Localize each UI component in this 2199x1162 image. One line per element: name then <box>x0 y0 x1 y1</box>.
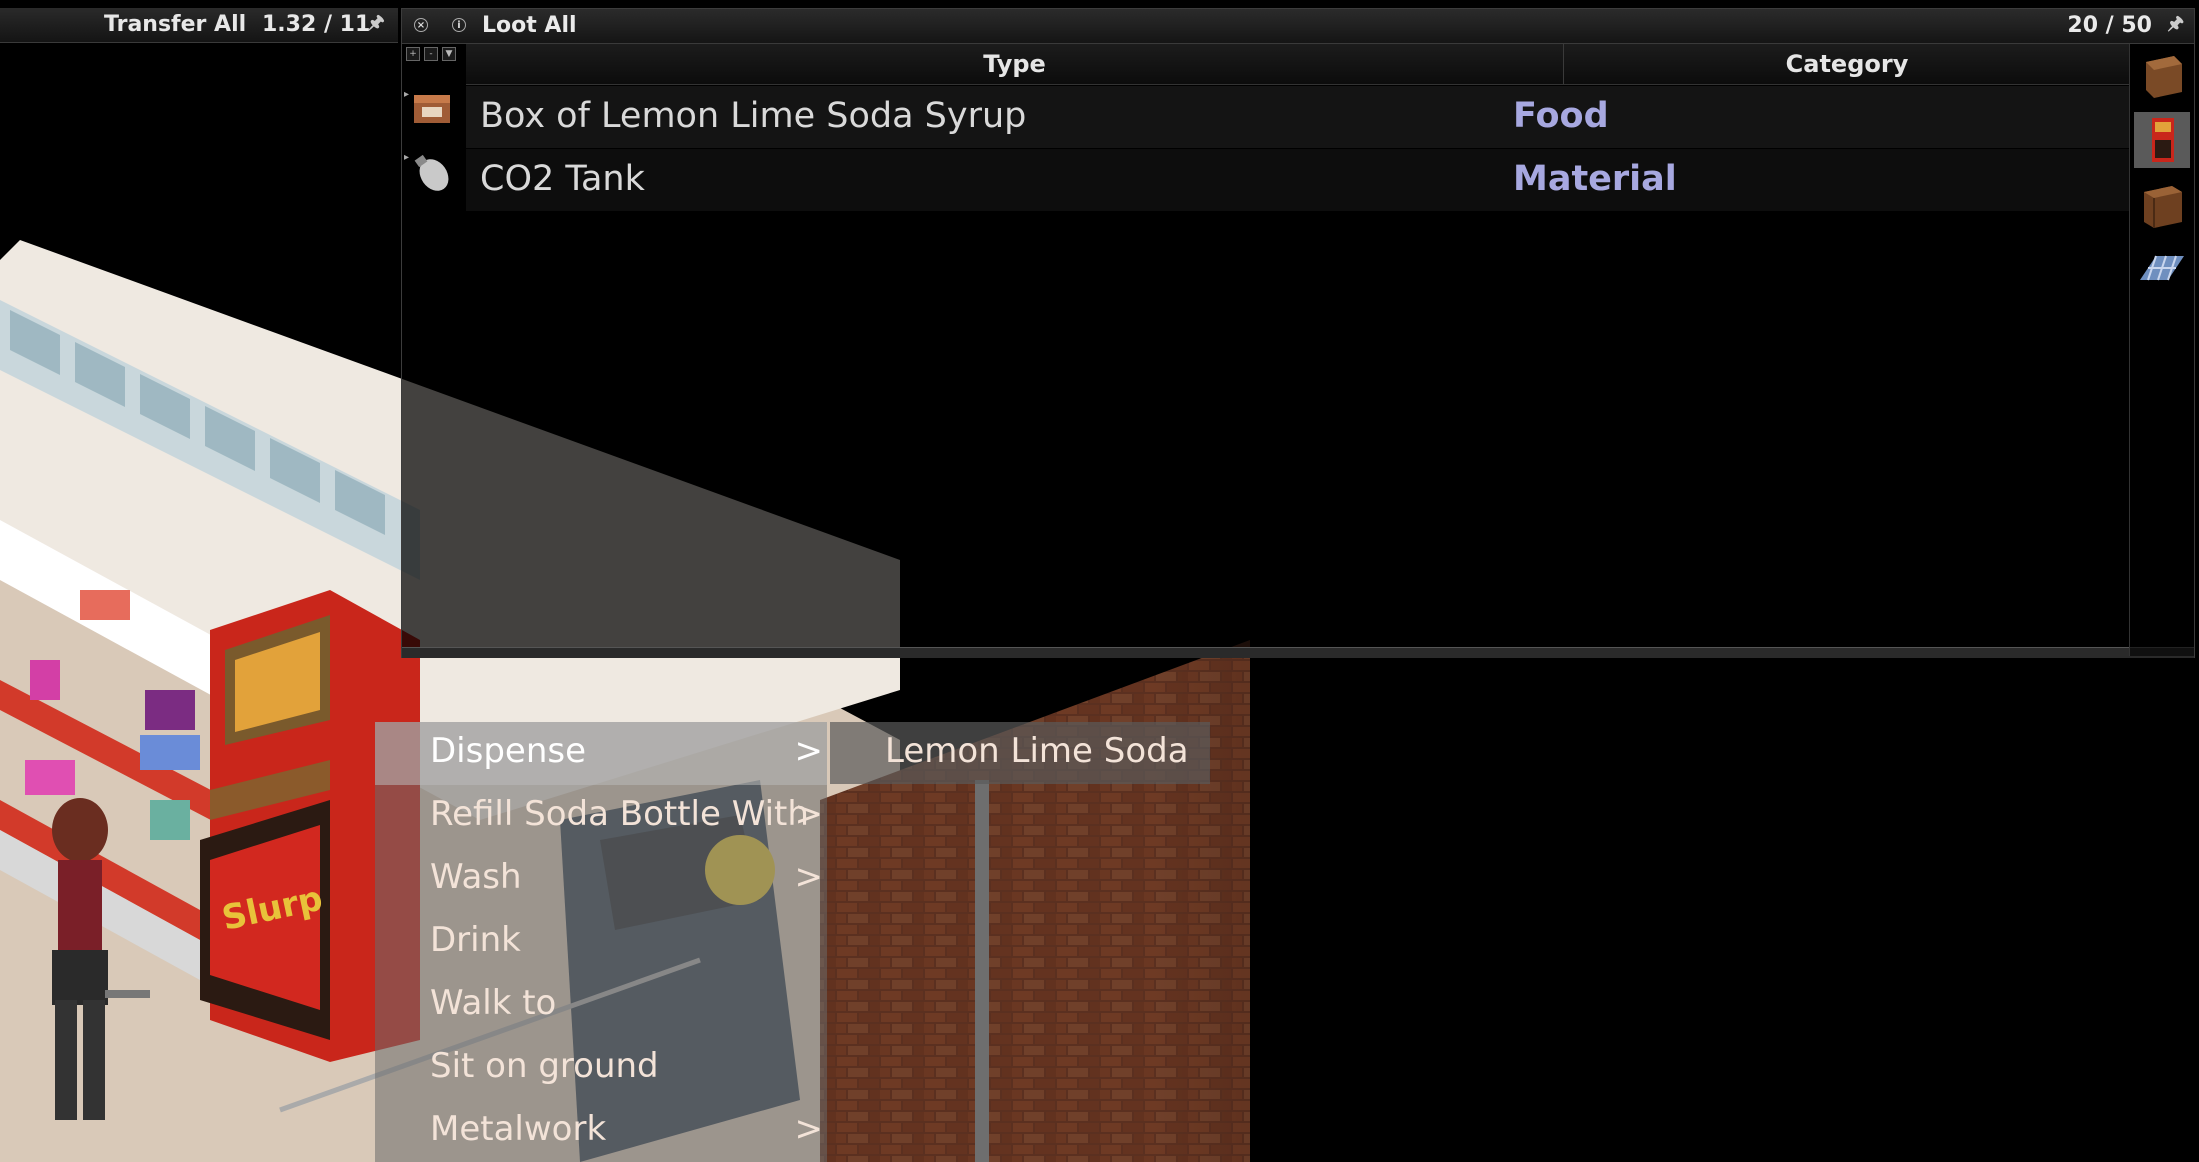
item-name: CO2 Tank <box>480 159 645 199</box>
menu-item-label: Metalwork <box>430 1109 607 1149</box>
container-list <box>2129 44 2194 656</box>
collapse-all-icon[interactable]: - <box>424 47 438 61</box>
inventory-weight: 1.32 / 11 <box>262 12 371 37</box>
item-category: Material <box>1513 159 1677 199</box>
loot-title-bar[interactable]: × i Loot All 20 / 50 🖈 <box>402 9 2194 44</box>
column-header: Type Category <box>466 44 2130 85</box>
submenu-arrow: > <box>794 731 824 771</box>
column-type[interactable]: Type <box>466 44 1564 84</box>
menu-item-sit-on-ground[interactable]: Sit on ground <box>375 1037 827 1100</box>
close-icon[interactable]: × <box>414 18 428 32</box>
floor-icon <box>2140 255 2184 281</box>
game-screen: Slurp Transfer All 1.32 / 11 🖈 × i Loot … <box>0 0 2199 1162</box>
pin-icon[interactable]: 🖈 <box>368 10 385 40</box>
menu-item-label: Refill Soda Bottle With <box>430 794 809 834</box>
menu-item-label: Wash <box>430 857 522 897</box>
dispense-submenu: Lemon Lime Soda <box>830 722 1210 784</box>
submenu-arrow: > <box>794 794 824 834</box>
container-button-cabinet[interactable] <box>2134 176 2190 232</box>
container-button-soda-dispenser[interactable] <box>2134 112 2190 168</box>
menu-item-dispense[interactable]: Dispense > <box>375 722 827 785</box>
menu-item-label: Walk to <box>430 983 557 1023</box>
inventory-header: Transfer All 1.32 / 11 🖈 <box>0 8 398 43</box>
loot-item-row[interactable]: CO2 Tank Material <box>466 149 2130 211</box>
crate-icon <box>2146 56 2182 98</box>
column-category[interactable]: Category <box>1564 44 2130 84</box>
box-icon <box>414 95 450 123</box>
gas-tank-icon <box>414 154 449 191</box>
loot-weight: 20 / 50 <box>2067 13 2152 38</box>
info-icon[interactable]: i <box>452 18 466 32</box>
menu-item-label: Sit on ground <box>430 1046 659 1086</box>
submenu-arrow: > <box>794 857 824 897</box>
expand-all-icon[interactable]: + <box>406 47 420 61</box>
loot-window: × i Loot All 20 / 50 🖈 + - ▼ Type Catego… <box>401 8 2195 658</box>
submenu-item-lemon-lime-soda[interactable]: Lemon Lime Soda <box>885 731 1189 771</box>
menu-item-label: Drink <box>430 920 521 960</box>
transfer-all-button[interactable]: Transfer All <box>104 12 246 37</box>
horizontal-scrollbar[interactable] <box>402 647 2194 658</box>
pin-icon[interactable]: 🖈 <box>2167 11 2184 41</box>
container-button-floor[interactable] <box>2134 240 2190 296</box>
soda-dispenser-icon <box>2152 118 2174 162</box>
item-category: Food <box>1513 96 1609 136</box>
loot-item-row[interactable]: Box of Lemon Lime Soda Syrup Food <box>466 86 2130 148</box>
filter-icon[interactable]: ▼ <box>442 47 456 61</box>
menu-item-drink[interactable]: Drink <box>375 911 827 974</box>
container-button-crate[interactable] <box>2134 48 2190 104</box>
list-options: + - ▼ <box>406 45 466 65</box>
loot-all-button[interactable]: Loot All <box>482 13 577 38</box>
menu-item-metalwork[interactable]: Metalwork > <box>375 1100 827 1162</box>
item-name: Box of Lemon Lime Soda Syrup <box>480 96 1027 136</box>
context-menu: Dispense > Refill Soda Bottle With > Was… <box>375 722 827 1162</box>
menu-item-walk-to[interactable]: Walk to <box>375 974 827 1037</box>
cabinet-icon <box>2144 186 2182 228</box>
submenu-arrow: > <box>794 1109 824 1149</box>
menu-item-refill-soda-bottle[interactable]: Refill Soda Bottle With > <box>375 785 827 848</box>
menu-item-label: Dispense <box>430 731 587 771</box>
menu-item-wash[interactable]: Wash > <box>375 848 827 911</box>
